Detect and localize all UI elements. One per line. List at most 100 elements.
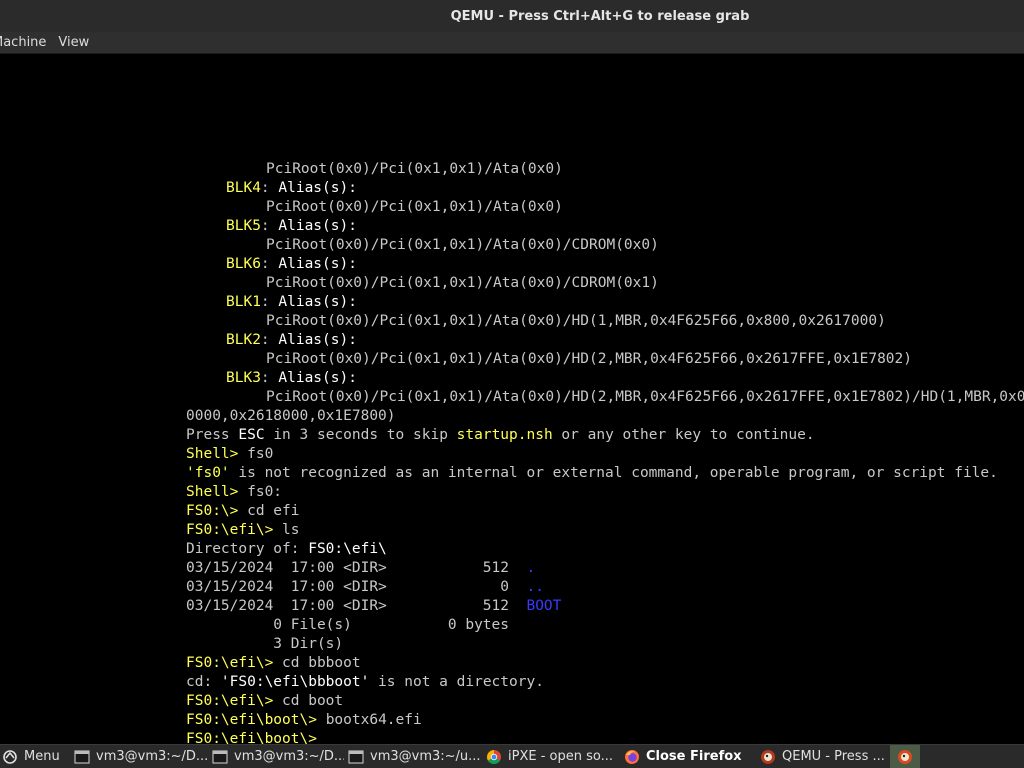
qemu-icon	[898, 749, 912, 764]
console-text: :	[260, 218, 279, 234]
menu-view[interactable]: View	[58, 35, 89, 50]
taskbar-item-label: vm3@vm3:~/D...	[96, 749, 208, 764]
console-line: Shell> fs0	[186, 445, 273, 464]
taskbar-item-qemu[interactable]: QEMU - Press ...	[756, 745, 888, 768]
console-text: 03/15/2024 17:00 <DIR> 512	[186, 560, 527, 576]
console-text: :	[260, 370, 279, 386]
console-text: 03/15/2024 17:00 <DIR> 512	[186, 598, 527, 614]
console-line: BLK3: Alias(s):	[226, 369, 357, 388]
console-text: Alias(s):	[278, 332, 357, 348]
console-text: Alias(s):	[278, 218, 357, 234]
console-text: or any other key to continue.	[552, 427, 815, 443]
console-line: FS0:\efi\> cd bbboot	[186, 654, 361, 673]
console-text: cd efi	[247, 503, 300, 519]
firefox-icon	[625, 749, 639, 764]
console-text: BLK1	[226, 294, 261, 310]
console-line: BLK2: Alias(s):	[226, 331, 357, 350]
console-text: is not a directory.	[369, 674, 544, 690]
console-text: FS0:\efi\>	[186, 655, 283, 671]
chrome-icon	[487, 749, 501, 764]
console-line: Directory of: FS0:\efi\	[186, 540, 387, 559]
console-line: 3 Dir(s)	[186, 635, 343, 654]
console-text: Alias(s):	[278, 256, 357, 272]
taskbar-item-terminal-3[interactable]: vm3@vm3:~/u...	[344, 745, 482, 768]
console-line: BLK1: Alias(s):	[226, 293, 357, 312]
console-line: PciRoot(0x0)/Pci(0x1,0x1)/Ata(0x0)	[266, 198, 563, 217]
taskbar-item-label: vm3@vm3:~/u...	[370, 749, 481, 764]
console-line: PciRoot(0x0)/Pci(0x1,0x1)/Ata(0x0)/CDROM…	[266, 274, 659, 293]
window-titlebar[interactable]: QEMU - Press Ctrl+Alt+G to release grab	[0, 0, 1024, 32]
console-text: in 3 seconds to skip	[264, 427, 457, 443]
terminal-icon	[212, 749, 228, 764]
console-text: Alias(s):	[278, 180, 357, 196]
menu-icon	[3, 749, 17, 764]
console-text: Shell>	[186, 446, 248, 462]
console-text: BLK5	[226, 218, 261, 234]
console-text: :	[260, 180, 279, 196]
console-text: PciRoot(0x0)/Pci(0x1,0x1)/Ata(0x0)	[266, 199, 563, 215]
console-text: cd:	[186, 674, 221, 690]
taskbar-item-label: Close Firefox	[646, 749, 742, 764]
console-text: 0000,0x2618000,0x1E7800)	[186, 408, 396, 424]
console-line: Press ESC in 3 seconds to skip startup.n…	[186, 426, 815, 445]
console-line: 03/15/2024 17:00 <DIR> 0 ..	[186, 578, 544, 597]
console-text: 3 Dir(s)	[186, 636, 344, 652]
console-line: 'fs0' is not recognized as an internal o…	[186, 464, 998, 483]
console-text: FS0:\efi\boot\>	[186, 712, 326, 728]
console-text: is not recognized as an internal or exte…	[229, 465, 998, 481]
start-menu-label: Menu	[24, 749, 60, 764]
console-text: startup.nsh	[456, 427, 553, 443]
taskbar-item-terminal-1[interactable]: vm3@vm3:~/D...	[70, 745, 208, 768]
console-text: 'FS0:\efi\bbboot'	[220, 674, 370, 690]
console-text: Alias(s):	[278, 370, 357, 386]
start-menu-button[interactable]: Menu	[0, 745, 70, 768]
console-line: BLK4: Alias(s):	[226, 179, 357, 198]
console-line: 0 File(s) 0 bytes	[186, 616, 509, 635]
console-text: ESC	[238, 427, 265, 443]
taskbar-item-firefox[interactable]: Close Firefox	[620, 745, 756, 768]
console-text: fs0:	[247, 484, 283, 500]
console-text: Press	[186, 427, 239, 443]
menu-machine[interactable]: Machine	[0, 35, 46, 50]
console-line: 03/15/2024 17:00 <DIR> 512 BOOT	[186, 597, 561, 616]
vm-screen[interactable]: PciRoot(0x0)/Pci(0x1,0x1)/Ata(0x0) BLK4: …	[0, 54, 1024, 744]
console-text: PciRoot(0x0)/Pci(0x1,0x1)/Ata(0x0)/HD(2,…	[266, 351, 913, 367]
console-text: cd bbboot	[282, 655, 361, 671]
console-text: FS0:\efi\boot\>	[186, 731, 326, 744]
console-line: PciRoot(0x0)/Pci(0x1,0x1)/Ata(0x0)/HD(2,…	[266, 350, 912, 369]
qemu-icon	[761, 749, 775, 764]
console-line: 03/15/2024 17:00 <DIR> 512 .	[186, 559, 535, 578]
console-line: PciRoot(0x0)/Pci(0x1,0x1)/Ata(0x0)/HD(1,…	[266, 312, 886, 331]
console-text: ls	[282, 522, 300, 538]
console-text: ..	[526, 579, 544, 595]
console-line: cd: 'FS0:\efi\bbboot' is not a directory…	[186, 673, 544, 692]
taskbar-item-label: iPXE - open so...	[508, 749, 613, 764]
taskbar-item-chrome[interactable]: iPXE - open so...	[482, 745, 620, 768]
console-line: PciRoot(0x0)/Pci(0x1,0x1)/Ata(0x0)/CDROM…	[266, 236, 659, 255]
menubar: Machine View	[0, 32, 1024, 54]
console-line: Shell> fs0:	[186, 483, 282, 502]
terminal-icon	[348, 749, 364, 764]
taskbar-item-qemu-active[interactable]	[890, 745, 920, 768]
taskbar-item-terminal-2[interactable]: vm3@vm3:~/D...	[208, 745, 344, 768]
desktop: QEMU - Press Ctrl+Alt+G to release grab …	[0, 0, 1024, 768]
console-line: 0000,0x2618000,0x1E7800)	[186, 407, 396, 426]
console-line: FS0:\efi\boot\> bootx64.efi	[186, 711, 422, 730]
console-line: BLK5: Alias(s):	[226, 217, 357, 236]
console-text: PciRoot(0x0)/Pci(0x1,0x1)/Ata(0x0)/CDROM…	[266, 237, 659, 253]
taskbar-item-label: vm3@vm3:~/D...	[234, 749, 344, 764]
console-line: FS0:\efi\> cd boot	[186, 692, 343, 711]
console-text: PciRoot(0x0)/Pci(0x1,0x1)/Ata(0x0)/HD(1,…	[266, 313, 886, 329]
console-line: PciRoot(0x0)/Pci(0x1,0x1)/Ata(0x0)/HD(2,…	[266, 388, 1024, 407]
console-line: FS0:\efi\boot\>	[186, 730, 326, 744]
taskbar: Menu vm3@vm3:~/D... vm3@vm3:~/D... vm3@v…	[0, 744, 1024, 768]
console-text: FS0:\efi\>	[186, 693, 283, 709]
console-text: Alias(s):	[278, 294, 357, 310]
terminal-icon	[74, 749, 90, 764]
console-text: BLK6	[226, 256, 261, 272]
console-text: 'fs0'	[186, 465, 230, 481]
console-text: 0 File(s) 0 bytes	[186, 617, 510, 633]
taskbar-item-label: QEMU - Press ...	[782, 749, 885, 764]
console-text: Shell>	[186, 484, 248, 500]
console-line: FS0:\> cd efi	[186, 502, 300, 521]
